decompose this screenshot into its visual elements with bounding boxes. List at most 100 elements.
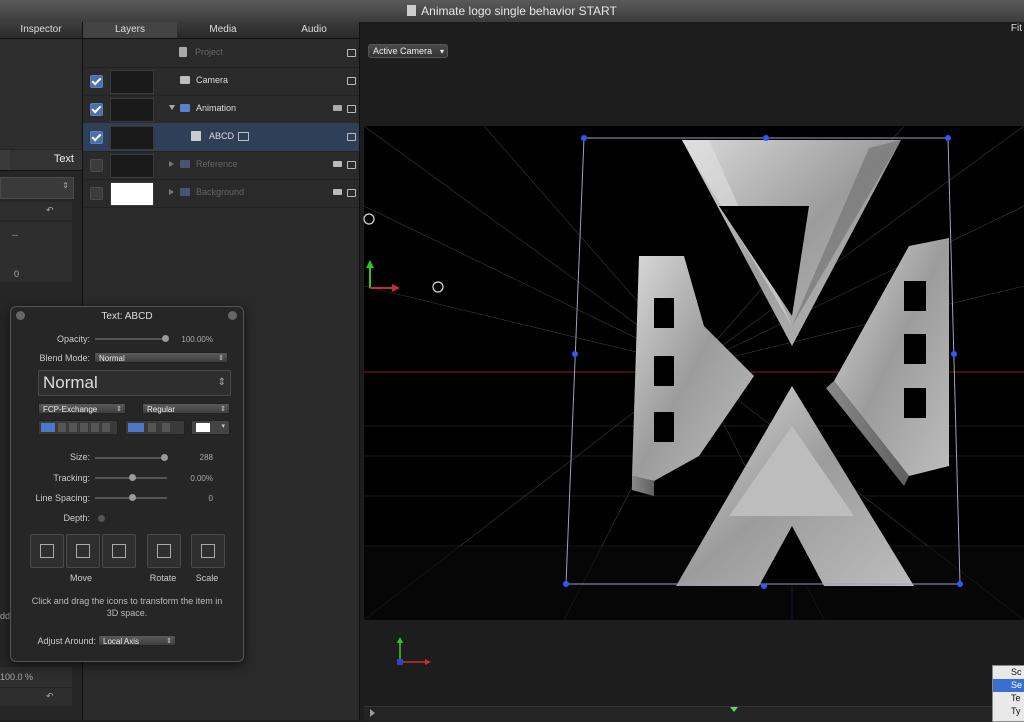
info-icon[interactable] [228, 311, 237, 320]
layer-row-background[interactable]: Background [83, 179, 359, 208]
layer-visibility-checkbox[interactable] [90, 159, 103, 172]
justify-icon[interactable] [80, 423, 88, 432]
lock-icon[interactable] [347, 105, 356, 113]
move-xy-control[interactable] [30, 534, 64, 568]
justify-all-icon[interactable] [102, 423, 110, 432]
lock-icon[interactable] [347, 161, 356, 169]
size-slider[interactable] [95, 454, 168, 461]
font-weight-popup[interactable]: Regular [142, 403, 230, 415]
layer-options-icon[interactable] [333, 189, 342, 195]
slider-knob[interactable] [161, 454, 168, 461]
align-top-icon[interactable] [128, 423, 144, 432]
move-xz-control[interactable] [66, 534, 100, 568]
tracking-slider[interactable] [95, 474, 167, 481]
disclosure-triangle-icon[interactable] [169, 189, 174, 195]
layer-visibility-checkbox[interactable] [90, 103, 103, 116]
layer-visibility-checkbox[interactable] [90, 131, 103, 144]
subtab-partial[interactable] [0, 150, 10, 170]
timeline-ruler[interactable] [364, 706, 1024, 721]
bounding-handle[interactable] [563, 581, 569, 587]
slider-knob[interactable] [129, 474, 136, 481]
inspector-row: ↶ [0, 202, 72, 221]
anchor-point-icon[interactable] [432, 281, 444, 293]
lock-icon[interactable] [347, 189, 356, 197]
layer-row-abcd[interactable]: ABCD [83, 123, 359, 152]
bounding-handle[interactable] [761, 583, 767, 589]
reset-icon[interactable]: ↶ [46, 205, 54, 216]
rotate-label: Rotate [149, 573, 177, 583]
slider-knob[interactable] [162, 335, 169, 342]
logo-artwork [632, 140, 949, 586]
rotate-control[interactable] [147, 534, 181, 568]
behavior-icon[interactable] [333, 105, 342, 111]
tab-audio[interactable]: Audio [269, 22, 359, 38]
adjust-around-label: Adjust Around: [37, 636, 96, 646]
group-icon [180, 104, 190, 112]
disclosure-triangle-icon[interactable] [169, 105, 175, 110]
bounding-handle[interactable] [945, 135, 951, 141]
text-color-well[interactable]: ▾ [191, 420, 230, 435]
blend-mode-popup[interactable]: Normal [94, 352, 228, 364]
behavior-badge-icon[interactable] [238, 132, 249, 141]
tab-layers[interactable]: Layers [83, 22, 177, 38]
playhead-start-icon[interactable] [370, 709, 375, 717]
move-yz-control[interactable] [102, 534, 136, 568]
bounding-handle[interactable] [581, 135, 587, 141]
align-right-icon[interactable] [69, 423, 77, 432]
line-spacing-value[interactable]: 0 [171, 494, 213, 503]
lock-icon[interactable] [347, 49, 356, 57]
layer-row-reference[interactable]: Reference [83, 151, 359, 180]
bounding-handle[interactable] [957, 581, 963, 587]
size-value[interactable]: 288 [171, 453, 213, 462]
view-menu[interactable]: Fit [1011, 23, 1022, 34]
depth-slider[interactable] [98, 515, 105, 522]
lock-icon[interactable] [347, 77, 356, 85]
align-middle-icon[interactable] [148, 423, 156, 432]
layer-options-icon[interactable] [333, 161, 342, 167]
tab-media[interactable]: Media [177, 22, 269, 38]
scale-control[interactable] [191, 534, 225, 568]
layer-row-animation[interactable]: Animation [83, 95, 359, 124]
text-hud[interactable]: Text: ABCD Opacity: 100.00% Blend Mode: … [10, 306, 244, 662]
disclosure-triangle-icon[interactable] [169, 161, 174, 167]
lock-icon[interactable] [347, 133, 356, 141]
align-center-icon[interactable] [58, 423, 66, 432]
menu-item[interactable]: Se [993, 679, 1024, 692]
layer-row-project[interactable]: Project [83, 39, 359, 68]
menu-item[interactable]: Sc [993, 666, 1024, 679]
opacity-value[interactable]: 100.00% [171, 335, 213, 344]
alignment-segmented-control[interactable] [38, 420, 118, 435]
inspector-value[interactable]: 100.0 % [0, 672, 33, 682]
font-family-popup[interactable]: FCP-Exchange [38, 403, 126, 415]
canvas-viewport[interactable] [364, 126, 1024, 620]
inspector-popup[interactable]: ⇕ [0, 177, 74, 199]
layer-visibility-checkbox[interactable] [90, 75, 103, 88]
xyz-gizmo[interactable] [360, 252, 420, 322]
align-left-icon[interactable] [41, 423, 55, 432]
layer-visibility-checkbox[interactable] [90, 187, 103, 200]
justify-full-icon[interactable] [91, 423, 99, 432]
camera-point-icon[interactable] [363, 213, 375, 225]
bounding-handle[interactable] [763, 135, 769, 141]
slider-knob[interactable] [129, 494, 136, 501]
tracking-value[interactable]: 0.00% [171, 474, 213, 483]
bounding-handle[interactable] [951, 351, 957, 357]
text-style-popup[interactable]: Normal [38, 370, 231, 396]
inspector-row: ↶ [0, 688, 72, 707]
layer-name: Reference [196, 159, 238, 169]
menu-item[interactable]: Ty [993, 705, 1024, 718]
layer-row-camera[interactable]: Camera [83, 67, 359, 96]
bounding-handle[interactable] [572, 351, 578, 357]
layer-thumbnail [110, 126, 154, 150]
vertical-alignment-control[interactable] [125, 420, 185, 435]
playhead-icon[interactable] [730, 707, 738, 712]
opacity-slider[interactable] [95, 335, 169, 342]
active-camera-popup[interactable]: Active Camera [368, 44, 448, 58]
adjust-around-popup[interactable]: Local Axis [98, 635, 176, 647]
align-bottom-icon[interactable] [162, 423, 170, 432]
tab-text[interactable]: Text [54, 153, 74, 165]
reset-icon[interactable]: ↶ [46, 691, 54, 702]
menu-item[interactable]: Te [993, 692, 1024, 705]
tab-inspector[interactable]: Inspector [0, 22, 82, 39]
line-spacing-slider[interactable] [95, 494, 167, 501]
